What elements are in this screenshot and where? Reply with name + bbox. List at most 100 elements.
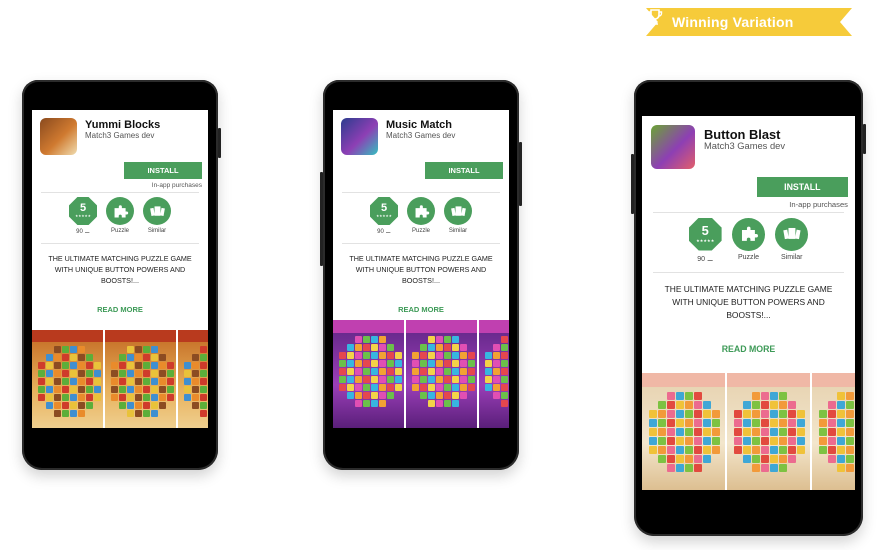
game-tile (685, 410, 693, 419)
developer-name[interactable]: Match3 Games dev (386, 131, 455, 140)
rating-badge[interactable]: 5 ★★★★★ 90 ⚊ (69, 197, 97, 235)
game-tile (797, 437, 805, 446)
game-tile (70, 394, 77, 401)
game-tile (828, 428, 836, 437)
game-tile (712, 428, 720, 437)
game-tile (167, 370, 174, 377)
game-tile (143, 362, 150, 369)
game-tile (694, 446, 702, 455)
game-tile (143, 386, 150, 393)
game-tile (658, 446, 666, 455)
genre-badge[interactable]: Puzzle (106, 197, 134, 235)
game-tile (119, 402, 126, 409)
game-tile (127, 346, 134, 353)
rating-octagon: 5 ★★★★★ (370, 197, 398, 225)
game-tile (200, 378, 207, 385)
game-tile (38, 378, 45, 385)
game-tile (734, 419, 742, 428)
game-tile (797, 410, 805, 419)
game-tile (371, 360, 378, 367)
game-tile (428, 344, 435, 351)
install-button[interactable]: INSTALL (756, 176, 848, 197)
game-tile (667, 437, 675, 446)
read-more-link[interactable]: READ MORE (32, 305, 208, 314)
game-tile (501, 384, 508, 391)
game-tile (779, 455, 787, 464)
divider (41, 243, 199, 244)
game-tile (752, 419, 760, 428)
screenshot-thumbnail[interactable] (105, 330, 176, 428)
game-tile (70, 378, 77, 385)
game-tile (501, 400, 508, 407)
game-tile (676, 410, 684, 419)
game-tile (371, 352, 378, 359)
game-tile (62, 370, 69, 377)
game-tile (444, 392, 451, 399)
similar-cards-icon (143, 197, 171, 225)
game-tile (127, 402, 134, 409)
game-tile (436, 336, 443, 343)
rating-count: 90 ⚊ (377, 229, 391, 235)
game-tile (493, 352, 500, 359)
game-tile (485, 384, 492, 391)
game-tile (743, 428, 751, 437)
screenshot-thumbnail[interactable] (812, 373, 855, 490)
game-tile (54, 378, 61, 385)
screenshot-thumbnail[interactable] (406, 320, 477, 428)
screenshots-carousel[interactable] (333, 320, 509, 428)
game-tile (819, 428, 827, 437)
game-tile (468, 384, 475, 391)
game-tile (779, 446, 787, 455)
read-more-link[interactable]: READ MORE (642, 344, 855, 354)
genre-label: Puzzle (411, 228, 430, 234)
game-tile (62, 394, 69, 401)
screenshot-thumbnail[interactable] (32, 330, 103, 428)
game-tile (846, 446, 854, 455)
game-tile (676, 419, 684, 428)
game-tile (387, 384, 394, 391)
game-tile (54, 354, 61, 361)
rating-octagon: 5 ★★★★★ (688, 217, 722, 251)
game-tile (371, 344, 378, 351)
screenshots-carousel[interactable] (642, 373, 855, 490)
game-tile (151, 370, 158, 377)
install-button[interactable]: INSTALL (425, 162, 503, 179)
game-tile (649, 428, 657, 437)
screenshot-thumbnail[interactable] (178, 330, 208, 428)
screenshots-carousel[interactable] (32, 330, 208, 428)
rating-value: 5 (79, 202, 87, 215)
screenshot-thumbnail[interactable] (479, 320, 509, 428)
read-more-link[interactable]: READ MORE (333, 305, 509, 314)
game-tile (387, 352, 394, 359)
similar-badge[interactable]: Similar (143, 197, 171, 235)
developer-name[interactable]: Match3 Games dev (704, 141, 785, 151)
game-tile (837, 446, 845, 455)
game-tile (452, 392, 459, 399)
genre-badge[interactable]: Puzzle (732, 217, 765, 263)
game-tile (501, 352, 508, 359)
developer-name[interactable]: Match3 Games dev (85, 131, 154, 140)
game-tile (412, 360, 419, 367)
game-tile (135, 354, 142, 361)
game-tile (355, 344, 362, 351)
screenshot-thumbnail[interactable] (727, 373, 810, 490)
game-tile (703, 428, 711, 437)
puzzle-icon (732, 217, 765, 251)
install-button[interactable]: INSTALL (124, 162, 202, 179)
screenshot-thumbnail[interactable] (333, 320, 404, 428)
genre-badge[interactable]: Puzzle (407, 197, 435, 235)
game-tile (428, 360, 435, 367)
game-tile (127, 370, 134, 377)
similar-badge[interactable]: Similar (775, 217, 809, 263)
game-tile (200, 386, 207, 393)
screenshot-thumbnail[interactable] (642, 373, 725, 490)
rating-badge[interactable]: 5 ★★★★★ 90 ⚊ (370, 197, 398, 235)
similar-badge[interactable]: Similar (444, 197, 472, 235)
game-tile (119, 394, 126, 401)
game-tile (412, 384, 419, 391)
game-tile (54, 394, 61, 401)
game-tile (412, 352, 419, 359)
rating-badge[interactable]: 5 ★★★★★ 90 ⚊ (688, 217, 722, 263)
phone-mockup-2: Music Match Match3 Games dev INSTALL 5 ★… (320, 80, 522, 470)
game-tile (363, 344, 370, 351)
